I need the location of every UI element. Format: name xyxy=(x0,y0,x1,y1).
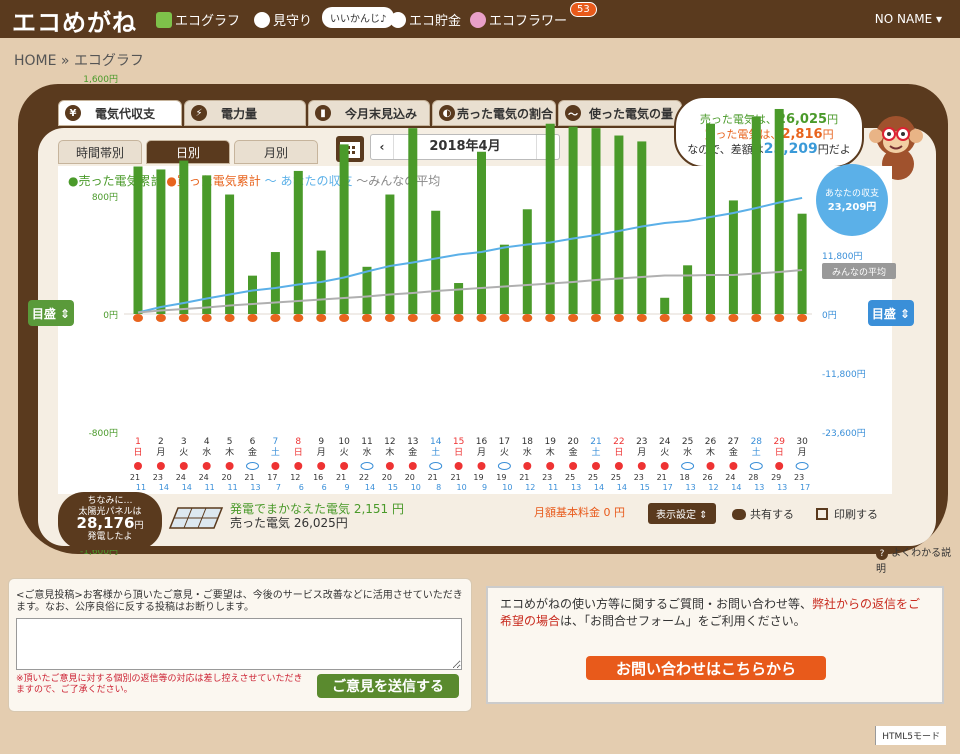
calendar-icon[interactable] xyxy=(336,136,364,162)
printer-icon xyxy=(816,508,828,520)
feedback-note: ※頂いたご意見に対する個別の返信等の対応は差し控えさせていただきますので、ご了承… xyxy=(16,674,303,695)
month-selector: ‹ 2018年4月 › xyxy=(370,134,560,160)
nav-eco-savings-label: エコ貯金 xyxy=(409,14,462,29)
solar-panel-icon xyxy=(168,506,224,530)
legend-yours[interactable]: 〜 あなたの収支 xyxy=(265,174,353,188)
flower-icon xyxy=(470,11,486,28)
chart-area xyxy=(58,166,892,494)
pie-icon: ◐ xyxy=(439,105,455,121)
send-feedback-button[interactable]: ご意見を送信する xyxy=(317,674,459,698)
legend-sold[interactable]: ●売った電気累計 xyxy=(68,174,162,188)
nav-eco-flower-label: エコフラワー xyxy=(489,14,568,29)
chart-legend: ●売った電気累計 ●買った電気累計 〜 あなたの収支 〜みんなの平均 xyxy=(68,172,440,189)
solar-info-badge: ちなみに… 太陽光パネルは 28,176円 発電したよ xyxy=(58,492,162,550)
meter-icon: ▮ xyxy=(315,105,331,121)
feedback-intro: <ご意見投稿>お客様から頂いたご意見・ご要望は、今後のサービス改善などに活用させ… xyxy=(16,590,463,613)
wave-icon: 〜 xyxy=(565,105,581,121)
tab-electricity-balance[interactable]: ¥ 電気代収支 xyxy=(58,100,182,126)
tab-used-amount[interactable]: 〜使った電気の量 xyxy=(558,100,682,126)
magnifier-icon xyxy=(254,11,270,28)
display-settings-button[interactable]: 表示設定 ⇕ xyxy=(648,503,716,524)
feedback-textarea[interactable] xyxy=(16,618,462,670)
subtab-monthly[interactable]: 月別 xyxy=(234,140,318,164)
right-scale-button[interactable]: 目盛 ⇕ xyxy=(868,300,914,326)
nav-eco-flower[interactable]: エコフラワー xyxy=(470,10,567,29)
summary-callout: 売った電気は、26,025円 買った電気は、2,816円 なので、差額は23,2… xyxy=(674,96,864,168)
user-menu[interactable]: NO NAME ▾ xyxy=(875,12,942,26)
tab-label: 電力量 xyxy=(221,106,258,121)
tab-sold-ratio[interactable]: ◐ 売った電気の割合 xyxy=(432,100,556,126)
tab-label: 今月末見込み xyxy=(345,106,418,121)
nav-ecograph[interactable]: エコグラフ xyxy=(156,10,240,29)
next-month-button[interactable]: › xyxy=(537,140,559,154)
legend-bought[interactable]: ●買った電気累計 xyxy=(166,174,260,188)
coin-icon xyxy=(390,11,406,28)
html5-mode-toggle[interactable]: HTML5モード xyxy=(875,726,946,745)
notification-badge: 53 xyxy=(570,2,597,17)
nav-mimamori[interactable]: 見守り xyxy=(254,10,312,29)
bolt-icon: ⚡ xyxy=(191,105,207,121)
bar-chart-icon xyxy=(156,11,172,28)
breadcrumb: HOME » エコグラフ xyxy=(14,53,144,69)
generation-summary: 発電でまかなえた電気 2,151 円 売った電気 26,025円 xyxy=(230,502,404,530)
subtab-daily[interactable]: 日別 xyxy=(146,140,230,164)
prev-month-button[interactable]: ‹ xyxy=(371,140,393,154)
contact-button[interactable]: お問い合わせはこちらから xyxy=(586,656,826,680)
nav-ecograph-label: エコグラフ xyxy=(175,14,241,29)
sold-power-text: 売った電気 26,025円 xyxy=(230,516,348,530)
nav-mimamori-label: 見守り xyxy=(273,14,313,29)
legend-average[interactable]: 〜みんなの平均 xyxy=(356,174,440,188)
tab-label: 電気代収支 xyxy=(95,106,156,121)
base-fee: 月額基本料金 0 円 xyxy=(534,506,625,519)
share-button[interactable]: 共有する xyxy=(732,506,794,522)
app-logo[interactable]: エコめがね xyxy=(12,3,137,38)
yen-icon: ¥ xyxy=(65,105,81,121)
tab-label: 売った電気の割合 xyxy=(457,106,554,121)
tab-power[interactable]: ⚡ 電力量 xyxy=(184,100,306,126)
help-link[interactable]: ? よくわかる説明 xyxy=(876,544,960,575)
speech-bubble-icon xyxy=(732,508,746,520)
covered-power-text: 発電でまかなえた電気 2,151 円 xyxy=(230,502,404,516)
current-month: 2018年4月 xyxy=(393,135,537,159)
nav-eco-savings[interactable]: エコ貯金 xyxy=(390,10,461,29)
tab-month-forecast[interactable]: ▮ 今月末見込み xyxy=(308,100,430,126)
subtab-hourly[interactable]: 時間帯別 xyxy=(58,140,142,164)
tab-label: 使った電気の量 xyxy=(589,106,674,121)
print-button[interactable]: 印刷する xyxy=(816,506,878,522)
question-icon: ? xyxy=(876,548,888,560)
contact-text: エコめがねの使い方等に関するご質問・お問い合わせ等、弊社からの返信をご希望の場合… xyxy=(500,597,921,628)
top-bar: エコめがね エコグラフ 見守り いいかんじ♪ エコ貯金 エコフラワー 53 NO… xyxy=(0,0,960,38)
left-scale-button[interactable]: 目盛 ⇕ xyxy=(28,300,74,326)
status-bubble: いいかんじ♪ xyxy=(322,7,395,28)
